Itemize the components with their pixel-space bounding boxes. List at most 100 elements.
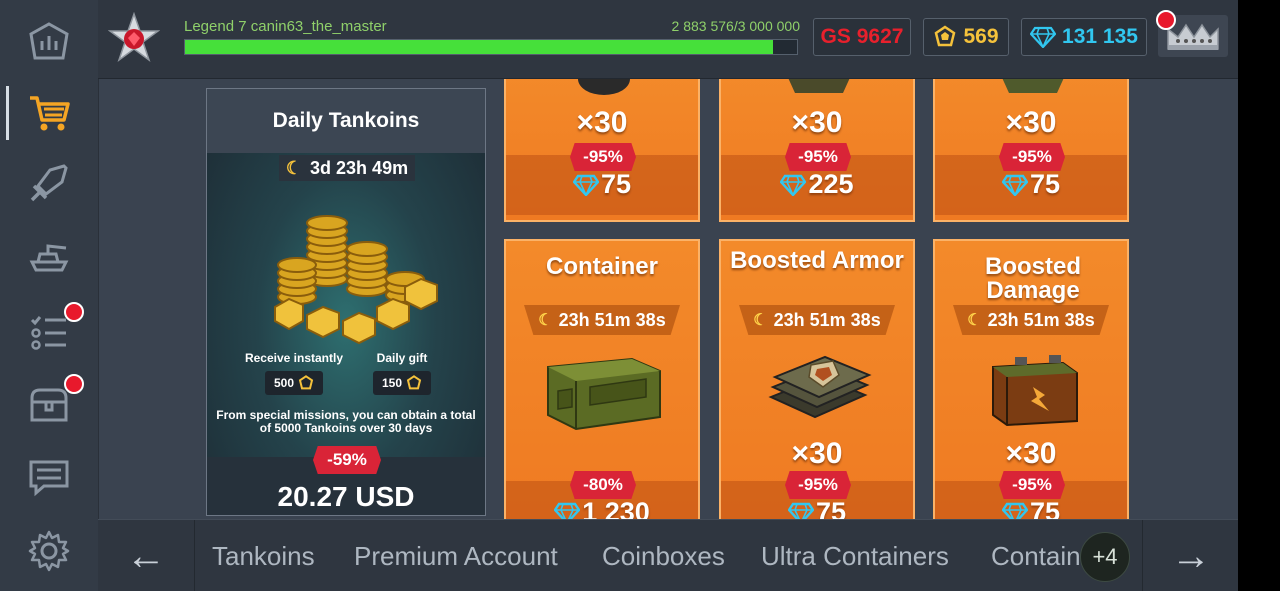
offer-price: 75 [721, 497, 913, 519]
offer-timer: ☾ 23h 51m 38s [524, 305, 680, 335]
crystal-icon [1030, 26, 1057, 48]
home-icon[interactable] [0, 8, 98, 78]
crystal-icon [1001, 502, 1028, 519]
daily-discount-badge: -59% [313, 446, 381, 474]
crystals-balance[interactable]: 131 135 [1021, 18, 1147, 56]
offer-price-value: 75 [600, 169, 632, 199]
offer-timer: ☾ 23h 51m 38s [953, 305, 1109, 335]
offer-price-value: 75 [1029, 497, 1061, 519]
player-name: Legend 7 canin63_the_master [184, 18, 387, 35]
offer-card[interactable]: ×30 -95% 225 [719, 79, 915, 222]
offer-card[interactable]: ×30 -95% 75 [504, 79, 700, 222]
offer-quantity: ×30 [1005, 437, 1057, 470]
gear-score-value: GS 9627 [820, 25, 904, 48]
container-box-icon [547, 357, 661, 431]
rank-star-icon[interactable] [108, 12, 160, 64]
settings-gear-icon[interactable] [0, 516, 98, 586]
top-bar: Legend 7 canin63_the_master 2 883 576/3 … [98, 0, 1238, 79]
tab-tankoins[interactable]: Tankoins [212, 520, 315, 591]
chest-notification-dot [64, 374, 84, 394]
crate-item-icon [788, 79, 850, 93]
offer-price-value: 1 230 [582, 497, 650, 519]
tasks-icon[interactable] [0, 296, 98, 366]
sword-icon[interactable] [0, 148, 98, 218]
offer-quantity: ×30 [791, 437, 843, 470]
armor-plates-icon [768, 355, 872, 419]
offer-price: 75 [506, 169, 698, 200]
offer-timer-value: 23h 51m 38s [987, 309, 1095, 330]
xp-counter: 2 883 576/3 000 000 [671, 18, 800, 34]
offer-price: 75 [935, 169, 1127, 200]
boosted-damage-offer-card[interactable]: Boosted Damage ☾ 23h 51m 38s ×30 -95% 75 [933, 239, 1129, 519]
daily-gift-label: Daily gift [376, 351, 428, 365]
tab-containers[interactable]: Containers [991, 520, 1083, 591]
tankoin-icon [406, 375, 422, 390]
tankoin-icon [935, 25, 956, 47]
offer-timer-value: 23h 51m 38s [558, 309, 666, 330]
daily-title: Daily Tankoins [207, 89, 485, 153]
offer-title: Boosted Armor [730, 247, 904, 274]
gold-coins-pile-icon [274, 215, 438, 345]
offer-price: 75 [935, 497, 1127, 519]
offer-timer: ☾ 23h 51m 38s [739, 305, 895, 335]
xp-progress-fill [185, 40, 774, 54]
offer-price-value: 75 [1029, 169, 1061, 199]
dark-item-icon [578, 79, 630, 95]
crystal-icon [780, 174, 807, 196]
tabs-prev-button[interactable]: ← [98, 520, 195, 591]
boosted-armor-offer-card[interactable]: Boosted Armor ☾ 23h 51m 38s ×30 -95% 75 [719, 239, 915, 519]
moon-icon: ☾ [538, 312, 553, 329]
crate-item-icon [1002, 79, 1064, 93]
more-tabs-badge[interactable]: +4 [1080, 532, 1130, 582]
tabs-next-button[interactable]: → [1142, 520, 1238, 591]
sidebar [0, 0, 99, 591]
screen-edge [1238, 0, 1280, 591]
daily-timer-value: 3d 23h 49m [310, 157, 409, 178]
tab-ultra-containers[interactable]: Ultra Containers [761, 520, 949, 591]
daily-gift-badge: 150 [373, 371, 431, 395]
daily-description: From special missions, you can obtain a … [216, 408, 476, 435]
offer-discount-badge: -95% [999, 143, 1065, 171]
crystal-icon [554, 502, 581, 519]
offer-quantity: ×30 [576, 106, 628, 139]
arrow-left-icon: ← [126, 533, 166, 578]
tab-coinboxes[interactable]: Coinboxes [602, 520, 725, 591]
crown-notification-dot [1156, 10, 1176, 30]
xp-progress-bar [184, 39, 798, 55]
offer-title: Container [545, 253, 658, 280]
tab-premium-account[interactable]: Premium Account [354, 520, 558, 591]
crystal-icon [1001, 174, 1028, 196]
moon-icon: ☾ [967, 312, 982, 329]
crystals-value: 131 135 [1062, 25, 1138, 48]
receive-instantly: Receive instantly 500 [239, 351, 349, 395]
offer-timer-value: 23h 51m 38s [773, 309, 881, 330]
damage-battery-icon [992, 355, 1078, 427]
tankoins-balance[interactable]: 569 [923, 18, 1009, 56]
offer-price: 1 230 [506, 497, 698, 519]
daily-timer: ☾ 3d 23h 49m [279, 155, 415, 181]
offer-discount-badge: -95% [785, 471, 851, 499]
shop-content: Daily Tankoins ☾ 3d 23h 49m Receive inst… [98, 79, 1238, 519]
offer-discount-badge: -95% [785, 143, 851, 171]
daily-gift: Daily gift 150 [347, 351, 457, 395]
tank-icon[interactable] [0, 222, 98, 292]
daily-price[interactable]: 20.27 USD [207, 481, 485, 513]
daily-tankoins-offer[interactable]: Daily Tankoins ☾ 3d 23h 49m Receive inst… [206, 88, 486, 516]
offer-discount-badge: -95% [999, 471, 1065, 499]
offer-discount-badge: -80% [570, 471, 636, 499]
tabs-scroll: Tankoins Premium Account Coinboxes Ultra… [195, 520, 1083, 591]
tankoin-icon [298, 375, 314, 390]
arrow-right-icon: → [1171, 533, 1211, 578]
offer-card[interactable]: ×30 -95% 75 [933, 79, 1129, 222]
container-offer-card[interactable]: Container ☾ 23h 51m 38s -80% 1 230 [504, 239, 700, 519]
offer-discount-badge: -95% [570, 143, 636, 171]
chat-icon[interactable] [0, 442, 98, 512]
moon-icon: ☾ [753, 312, 768, 329]
shop-cart-icon[interactable] [0, 78, 98, 148]
offer-price-value: 225 [808, 169, 854, 199]
receive-instantly-value: 500 [273, 376, 295, 390]
offer-title: Boosted Damage [985, 253, 1081, 304]
gear-score-badge[interactable]: GS 9627 [813, 18, 911, 56]
offer-price-value: 75 [815, 497, 847, 519]
offer-quantity: ×30 [1005, 106, 1057, 139]
